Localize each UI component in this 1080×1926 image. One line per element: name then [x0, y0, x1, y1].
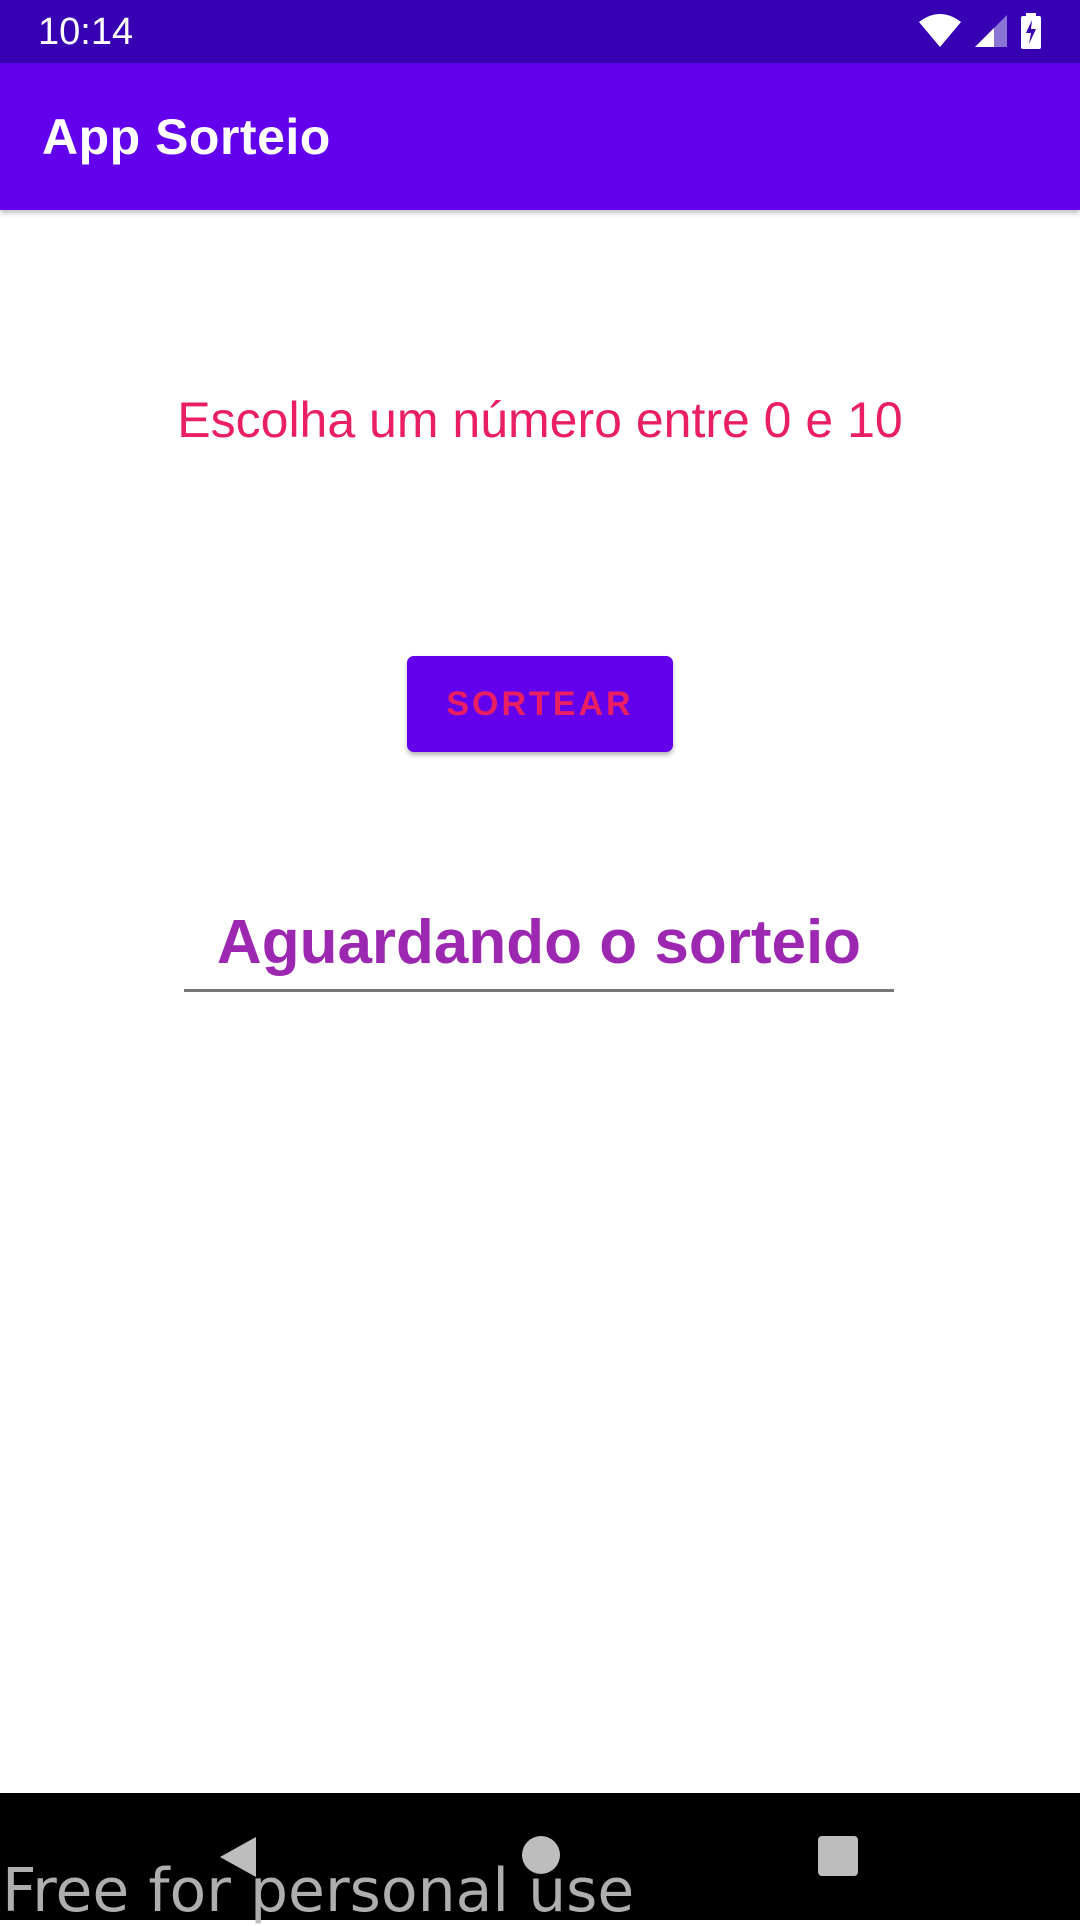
instruction-text: Escolha um número entre 0 e 10 — [177, 392, 903, 448]
status-bar: 10:14 — [0, 0, 1080, 63]
result-text: Aguardando o sorteio — [216, 908, 862, 977]
signal-icon — [974, 14, 1008, 48]
draw-button[interactable]: SORTEAR — [407, 656, 673, 752]
status-icons — [918, 12, 1042, 50]
battery-charging-icon — [1020, 13, 1042, 49]
app-title: App Sorteio — [42, 109, 331, 165]
recents-icon[interactable] — [817, 1835, 859, 1882]
wifi-icon — [918, 14, 962, 48]
status-time: 10:14 — [38, 11, 134, 53]
main-content: Escolha um número entre 0 e 10 SORTEAR A… — [0, 210, 1080, 1793]
result-field[interactable]: Aguardando o sorteio — [184, 900, 894, 992]
app-bar: App Sorteio — [0, 63, 1080, 210]
watermark-text: Free for personal use — [2, 1856, 635, 1926]
